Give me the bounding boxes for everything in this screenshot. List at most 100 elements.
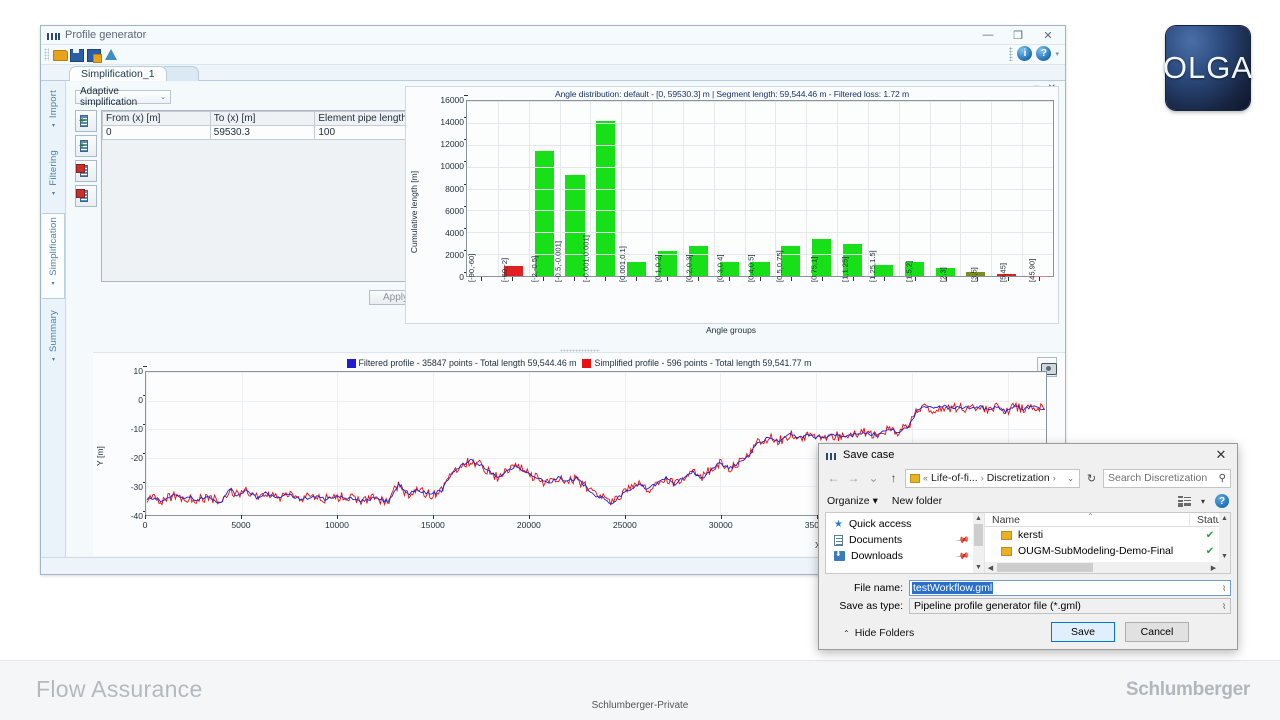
save-icon[interactable] bbox=[69, 47, 84, 62]
add-row-icon bbox=[79, 115, 88, 127]
column-header-from[interactable]: From (x) [m] bbox=[102, 111, 211, 126]
sidebar-item-filtering[interactable]: Filtering ▾ bbox=[42, 147, 65, 205]
list-item[interactable]: OUGM-SubModeling-Demo-Final ✔ bbox=[985, 543, 1230, 559]
y-tick-label: -20 bbox=[131, 453, 147, 463]
toolbar-overflow-grip[interactable] bbox=[1009, 46, 1014, 61]
nav-pane-scrollbar[interactable]: ▲ ▼ bbox=[973, 513, 984, 573]
scroll-down-icon[interactable]: ▼ bbox=[1219, 551, 1230, 562]
segments-table: From (x) [m] To (x) [m] Element pipe len… bbox=[102, 111, 420, 140]
vertical-tab-rail: Import ▾ Filtering ▾ Simplification ▾ Su… bbox=[41, 81, 66, 574]
close-button[interactable]: ✕ bbox=[1033, 26, 1063, 44]
scrollbar-thumb[interactable] bbox=[997, 563, 1093, 572]
view-layout-icon[interactable] bbox=[1177, 495, 1191, 507]
scroll-down-icon[interactable]: ▼ bbox=[973, 562, 984, 573]
tab-simplification-1[interactable]: Simplification_1 bbox=[69, 66, 167, 81]
column-header-name[interactable]: Name ⌃ bbox=[985, 513, 1190, 526]
scrollbar-thumb[interactable] bbox=[974, 524, 983, 546]
toolbar-caret-icon[interactable]: ▾ bbox=[1055, 50, 1059, 58]
refresh-icon[interactable]: ↻ bbox=[1083, 470, 1100, 487]
x-axis-title: Angle groups bbox=[705, 325, 757, 335]
x-axis-ticks: [-90,-60] [-60,-2] [-2,-0.5] [-0.5,-0.001] [… bbox=[466, 235, 1054, 321]
breadcrumb[interactable]: « Life-of-fi... › Discretization › ⌄ bbox=[905, 468, 1080, 488]
scroll-up-icon[interactable]: ▲ bbox=[973, 513, 984, 524]
sidebar-item-simplification[interactable]: Simplification ▾ bbox=[42, 213, 65, 299]
delete-row-icon bbox=[76, 164, 88, 177]
help-icon[interactable]: ? bbox=[1036, 46, 1052, 61]
x-tick: [0.75,1] bbox=[806, 257, 837, 321]
cell-from[interactable]: 0 bbox=[102, 125, 211, 140]
y-tick-label: -10 bbox=[131, 424, 147, 434]
add-row-button[interactable] bbox=[75, 110, 97, 132]
file-name-label: OUGM-SubModeling-Demo-Final bbox=[1018, 545, 1174, 557]
gridline bbox=[467, 144, 1053, 146]
save-button[interactable]: Save bbox=[1051, 622, 1115, 642]
new-folder-button[interactable]: New folder bbox=[892, 495, 942, 507]
minimize-button[interactable]: — bbox=[973, 26, 1003, 44]
nav-item-documents[interactable]: Documents 📌 bbox=[826, 532, 984, 548]
sidebar-item-import[interactable]: Import ▾ bbox=[42, 87, 65, 139]
panel-splitter[interactable] bbox=[559, 349, 600, 352]
open-file-icon[interactable] bbox=[52, 47, 68, 62]
y-tick-label: -40 bbox=[131, 511, 147, 521]
scroll-right-icon[interactable]: ▶ bbox=[1208, 562, 1219, 573]
chevron-down-icon[interactable]: ▾ bbox=[1201, 497, 1205, 506]
pin-icon: 📌 bbox=[955, 548, 971, 563]
recent-locations-icon[interactable]: ⌄ bbox=[865, 470, 882, 487]
clear-rows-button[interactable] bbox=[75, 185, 97, 207]
gridline bbox=[467, 188, 1053, 190]
nav-item-downloads[interactable]: Downloads 📌 bbox=[826, 548, 984, 564]
forward-icon[interactable]: → bbox=[845, 470, 862, 487]
gridline bbox=[467, 210, 1053, 212]
info-icon[interactable]: i bbox=[1017, 46, 1033, 61]
column-header-to[interactable]: To (x) [m] bbox=[209, 111, 316, 126]
file-name-row: File name: testWorkflow.gml ⌇ bbox=[819, 580, 1231, 596]
segments-table-container[interactable]: From (x) [m] To (x) [m] Element pipe len… bbox=[101, 110, 421, 282]
breadcrumb-item[interactable]: Discretization bbox=[987, 472, 1050, 484]
x-tick-label: 30000 bbox=[708, 520, 733, 530]
y-axis-title: Y [m] bbox=[95, 446, 105, 467]
column-header-element-pipe-length[interactable]: Element pipe length [m] bbox=[314, 111, 420, 126]
file-list-vertical-scrollbar[interactable]: ▲ ▼ bbox=[1219, 513, 1230, 573]
chevron-down-icon[interactable]: ⌇ bbox=[1222, 602, 1226, 611]
nav-item-label: Downloads bbox=[851, 550, 903, 562]
toolbar-grip[interactable] bbox=[44, 48, 49, 61]
chart-body: Cumulative length [m] 16000 14000 12000 100… bbox=[406, 95, 1056, 335]
file-list-horizontal-scrollbar[interactable]: ◀ ▶ bbox=[985, 562, 1219, 573]
olga-export-icon[interactable] bbox=[103, 47, 118, 62]
gridline bbox=[713, 101, 715, 276]
breadcrumb-item[interactable]: Life-of-fi... bbox=[931, 472, 978, 484]
chevron-down-icon: ▾ bbox=[51, 357, 55, 364]
save-as-icon[interactable] bbox=[86, 47, 102, 63]
list-item[interactable]: kersti ✔ bbox=[985, 527, 1230, 543]
y-axis-ticks: -40 -30 -20 -10 0 10 bbox=[107, 366, 147, 521]
back-icon[interactable]: ← bbox=[825, 470, 842, 487]
close-icon[interactable]: ✕ bbox=[1205, 444, 1237, 465]
cell-element-pipe-length[interactable]: 100 bbox=[314, 125, 420, 140]
cell-to[interactable]: 59530.3 bbox=[209, 125, 316, 140]
up-icon[interactable]: ↑ bbox=[885, 470, 902, 487]
olga-logo-text: OLGA bbox=[1162, 50, 1254, 85]
file-name-input[interactable]: testWorkflow.gml ⌇ bbox=[909, 580, 1231, 596]
table-row[interactable]: 0 59530.3 100 bbox=[102, 125, 420, 140]
insert-row-button[interactable] bbox=[75, 135, 97, 157]
cancel-button[interactable]: Cancel bbox=[1125, 622, 1189, 642]
chevron-down-icon[interactable]: ⌇ bbox=[1222, 584, 1226, 593]
delete-row-button[interactable] bbox=[75, 160, 97, 182]
organize-button[interactable]: Organize ▾ bbox=[827, 495, 878, 507]
y-tick-label: 0 bbox=[138, 395, 147, 405]
save-as-type-select[interactable]: Pipeline profile generator file (*.gml) … bbox=[909, 598, 1231, 614]
chevron-down-icon[interactable]: ⌄ bbox=[1067, 474, 1077, 483]
scroll-left-icon[interactable]: ◀ bbox=[985, 562, 996, 573]
hide-folders-toggle[interactable]: ⌃ Hide Folders bbox=[843, 627, 914, 639]
app-icon bbox=[47, 30, 60, 41]
help-icon[interactable]: ? bbox=[1215, 494, 1229, 508]
x-tick: [-60,-2] bbox=[497, 258, 528, 321]
row-action-buttons bbox=[75, 110, 97, 210]
search-input[interactable]: Search Discretization ⚲ bbox=[1103, 468, 1231, 488]
simplification-mode-dropdown[interactable]: Adaptive simplification ⌄ bbox=[75, 86, 171, 108]
nav-item-quick-access[interactable]: ★ Quick access bbox=[826, 516, 984, 532]
sidebar-item-summary[interactable]: Summary ▾ bbox=[42, 307, 65, 369]
maximize-button[interactable]: ❐ bbox=[1003, 26, 1033, 44]
y-axis-title: Cumulative length [m] bbox=[409, 170, 419, 253]
scroll-up-icon[interactable]: ▲ bbox=[1219, 513, 1230, 524]
